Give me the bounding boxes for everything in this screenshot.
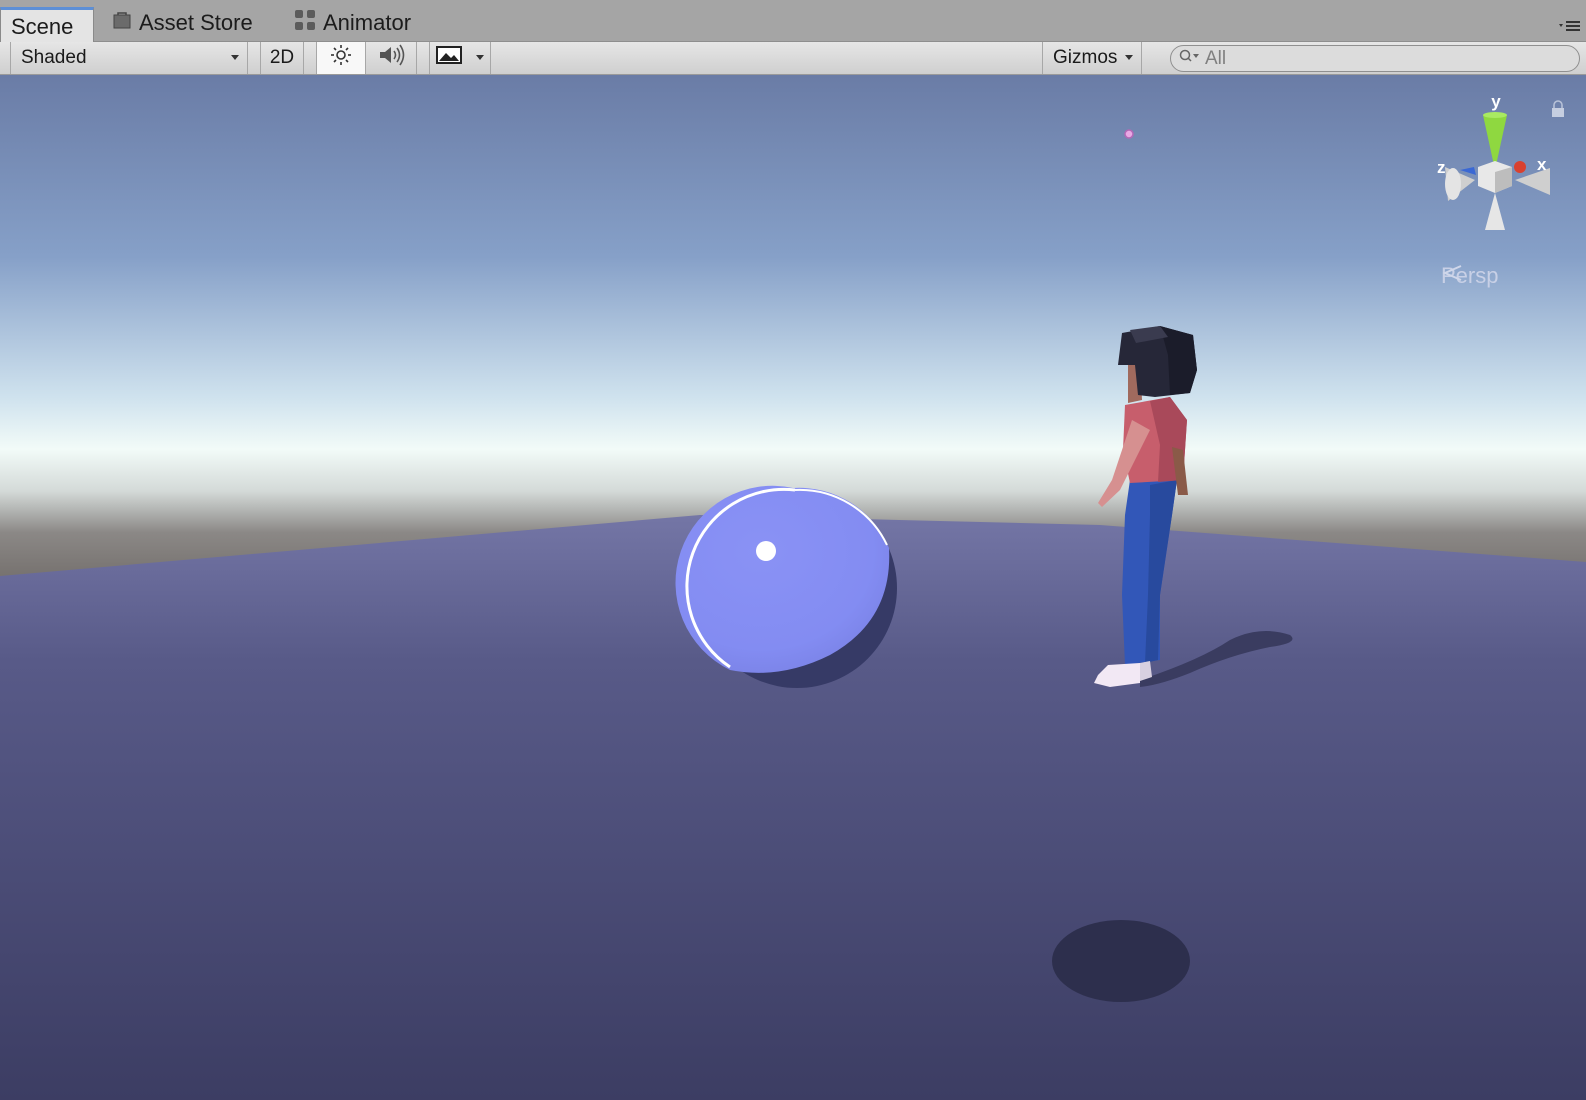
axis-label-z: z xyxy=(1437,158,1446,177)
tab-scene[interactable]: Scene xyxy=(0,7,95,43)
gizmos-label: Gizmos xyxy=(1053,47,1118,68)
tab-animator-label: Animator xyxy=(323,10,412,35)
axis-label-y: y xyxy=(1491,92,1501,111)
draw-mode-dropdown[interactable]: Shaded xyxy=(10,42,248,74)
chevron-down-icon xyxy=(476,55,484,60)
tab-animator[interactable]: Animator xyxy=(294,4,411,42)
axis-label-x: x xyxy=(1537,155,1547,174)
tab-asset-store[interactable]: Asset Store xyxy=(112,4,253,42)
tab-scene-label: Scene xyxy=(11,13,74,39)
light-gizmo-icon[interactable] xyxy=(1124,129,1134,139)
sun-icon xyxy=(330,44,352,72)
panel-menu-icon[interactable] xyxy=(1558,18,1582,34)
projection-toggle[interactable]: Persp xyxy=(1441,263,1498,289)
scene-audio-toggle[interactable] xyxy=(367,42,417,74)
2d-toggle-label: 2D xyxy=(269,47,295,68)
draw-mode-label: Shaded xyxy=(21,47,87,68)
shopping-bag-icon xyxy=(112,10,132,36)
gizmos-dropdown[interactable]: Gizmos xyxy=(1042,42,1142,74)
hierarchy-search-field[interactable] xyxy=(1170,45,1580,72)
speaker-icon xyxy=(378,44,406,72)
search-input[interactable] xyxy=(1205,47,1565,70)
scene-render: y x z xyxy=(0,75,1586,1100)
tab-asset-store-label: Asset Store xyxy=(139,10,253,35)
chevron-down-icon xyxy=(1125,55,1133,60)
scene-toolbar: Shaded 2D Gizmos All xyxy=(0,42,1586,75)
sphere-shadow xyxy=(1052,920,1190,1002)
search-icon xyxy=(1179,49,1201,68)
scene-viewport[interactable]: y x z Persp xyxy=(0,75,1586,1100)
chevron-down-icon xyxy=(231,55,239,60)
2d-toggle-button[interactable]: 2D xyxy=(260,42,304,74)
window-tab-bar: Scene Asset Store Animator xyxy=(0,0,1586,43)
scene-effects-dropdown[interactable] xyxy=(429,42,491,74)
image-icon xyxy=(436,45,462,71)
animator-nodes-icon xyxy=(294,9,316,37)
scene-lighting-toggle[interactable] xyxy=(316,42,366,74)
